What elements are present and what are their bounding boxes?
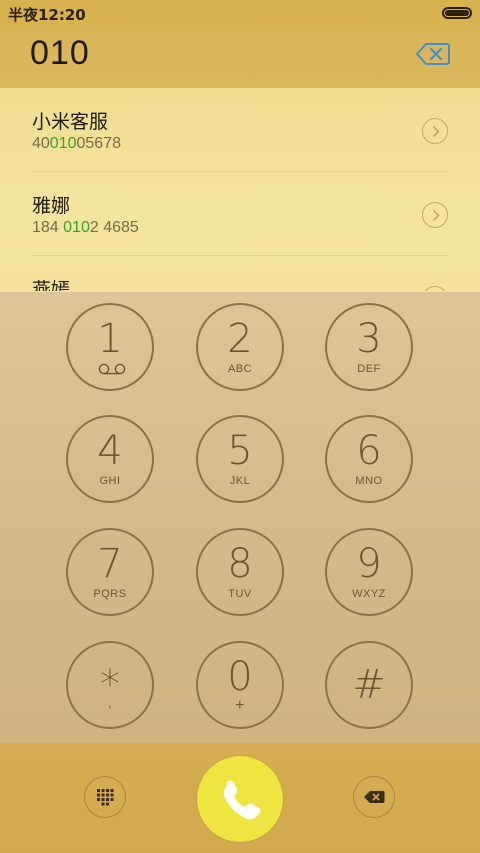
key-9[interactable]: 9 WXYZ	[325, 528, 413, 616]
contact-name: 雅娜	[32, 195, 71, 217]
key-letters: GHI	[99, 475, 121, 487]
key-digit: 8	[227, 541, 253, 587]
call-button[interactable]	[197, 756, 283, 842]
battery-icon	[442, 7, 472, 19]
chevron-right-icon[interactable]	[422, 118, 448, 144]
key-digit: 0	[227, 654, 253, 700]
contact-item[interactable]: 雅娜 184 0102 4685	[0, 172, 480, 256]
key-digit: #	[352, 662, 386, 708]
key-6[interactable]: 6 MNO	[325, 415, 413, 503]
contact-item[interactable]: 燕嫣	[0, 256, 480, 292]
key-star[interactable]: * ,	[66, 641, 154, 729]
key-letters: DEF	[357, 363, 381, 375]
key-letters: ABC	[227, 363, 253, 375]
key-letters: PQRS	[93, 588, 127, 600]
key-digit: 4	[97, 428, 123, 474]
bottom-action-bar	[0, 743, 480, 853]
voicemail-icon	[98, 363, 126, 375]
chevron-right-icon[interactable]	[422, 202, 448, 228]
key-letters: +	[235, 697, 245, 714]
phone-icon	[223, 780, 261, 820]
contact-name: 小米客服	[32, 111, 109, 133]
contact-number: 184 0102 4685	[32, 219, 139, 236]
key-digit: 9	[356, 541, 382, 587]
dialpad-toggle-button[interactable]	[84, 776, 126, 818]
dial-keypad: 1 2 ABC 3 DEF 4 GHI 5 JKL 6 MNO 7 PQRS 8…	[0, 291, 480, 743]
backspace-icon[interactable]	[416, 42, 450, 66]
contact-name: 燕嫣	[32, 279, 71, 292]
key-0[interactable]: 0 +	[196, 641, 284, 729]
key-letters: WXYZ	[352, 588, 386, 600]
key-7[interactable]: 7 PQRS	[66, 528, 154, 616]
key-5[interactable]: 5 JKL	[196, 415, 284, 503]
status-bar: 半夜12:20	[0, 0, 480, 26]
delete-button[interactable]	[353, 776, 395, 818]
key-letters: TUV	[228, 588, 252, 600]
key-letters: JKL	[229, 475, 251, 487]
key-2[interactable]: 2 ABC	[196, 303, 284, 391]
key-8[interactable]: 8 TUV	[196, 528, 284, 616]
key-digit: 7	[97, 541, 123, 587]
dial-header: 010	[0, 26, 480, 88]
key-digit: 6	[356, 428, 382, 474]
search-results-list: 小米客服 4001005678 雅娜 184 0102 4685 燕嫣	[0, 88, 480, 292]
dialpad-icon	[96, 788, 113, 805]
key-letters: MNO	[355, 475, 383, 487]
key-letters: ,	[107, 695, 113, 710]
contact-item[interactable]: 小米客服 4001005678	[0, 88, 480, 172]
key-hash[interactable]: #	[325, 641, 413, 729]
contact-number: 4001005678	[32, 135, 121, 152]
key-digit: 1	[97, 316, 123, 362]
typed-number: 010	[30, 34, 90, 72]
key-digit: 2	[227, 316, 253, 362]
key-digit: 3	[356, 316, 382, 362]
status-time: 半夜12:20	[8, 6, 86, 24]
key-digit: 5	[227, 428, 253, 474]
backspace-icon	[363, 790, 384, 803]
key-4[interactable]: 4 GHI	[66, 415, 154, 503]
key-3[interactable]: 3 DEF	[325, 303, 413, 391]
key-1[interactable]: 1	[66, 303, 154, 391]
